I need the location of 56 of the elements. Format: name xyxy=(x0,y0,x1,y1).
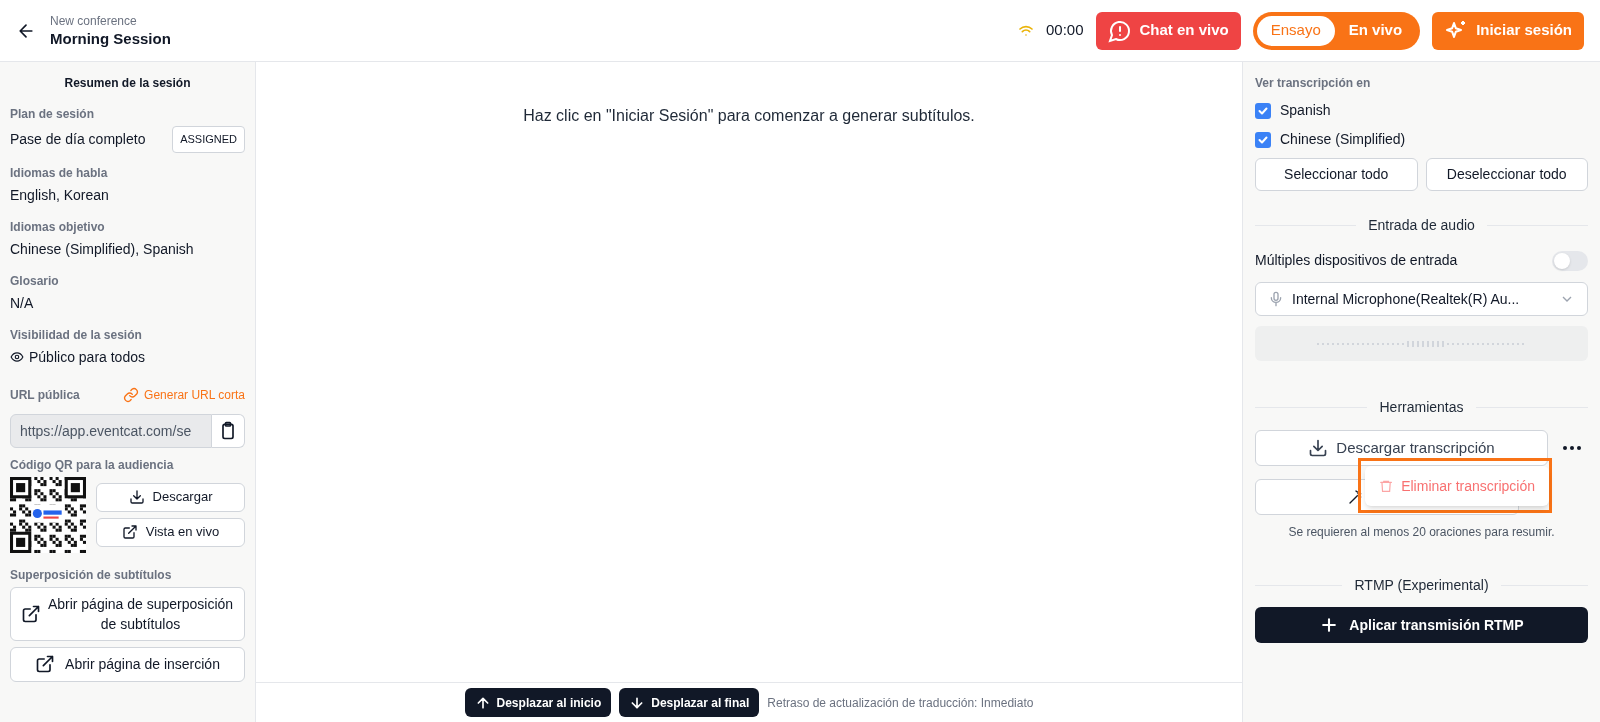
download-transcript-button[interactable]: Descargar transcripción xyxy=(1255,430,1548,466)
select-all-button[interactable]: Seleccionar todo xyxy=(1255,158,1418,191)
download-icon xyxy=(128,489,145,505)
eye-icon xyxy=(10,350,24,364)
embed-page-button[interactable]: Abrir página de inserción xyxy=(10,646,245,682)
checkbox[interactable] xyxy=(1255,131,1271,148)
device-select[interactable]: Internal Microphone(Realtek(R) Au... xyxy=(1255,282,1588,316)
requirement-note: Se requieren al menos 20 oraciones para resumir. xyxy=(1287,524,1556,541)
field-label: URL pública xyxy=(10,386,80,404)
section-heading: Herramientas xyxy=(1379,398,1464,417)
timer: 00:00 xyxy=(1046,20,1084,41)
field-label: Idiomas objetivo xyxy=(10,218,106,235)
live-view-button[interactable]: Vista en vivo xyxy=(96,517,245,547)
field-label: Glosario xyxy=(10,272,60,289)
overlay-page-button[interactable]: Abrir página de superposición de subtítulos xyxy=(10,586,245,641)
microphone-icon xyxy=(1268,291,1284,307)
language-label: Spanish xyxy=(1280,101,1331,120)
field-label: Visibilidad de la sesión xyxy=(10,326,143,343)
section-heading: Entrada de audio xyxy=(1368,216,1475,235)
scroll-bottom-button[interactable]: Desplazar al final xyxy=(619,688,760,717)
field-value: N/A xyxy=(10,293,35,313)
field-value: Chinese (Simplified), Spanish xyxy=(10,239,195,259)
field-label: Múltiples dispositivos de entrada xyxy=(1255,251,1458,270)
copy-button[interactable] xyxy=(212,413,245,448)
link-icon xyxy=(123,386,140,403)
url-field[interactable]: https://app.eventcat.com/se xyxy=(10,413,212,448)
conference-name: New conference xyxy=(50,12,138,29)
session-title: Morning Session xyxy=(50,28,171,49)
checkmark-icon xyxy=(1257,133,1269,146)
field-label: Idiomas de habla xyxy=(10,164,109,181)
external-link-icon xyxy=(121,524,138,540)
external-link-icon xyxy=(35,654,56,674)
field-label: Plan de sesión xyxy=(10,106,96,122)
status-badge: ASSIGNED xyxy=(172,126,245,153)
field-value: Pase de día completo xyxy=(10,129,146,149)
field-label: Ver transcripción en xyxy=(1255,75,1372,92)
field-value: English, Korean xyxy=(10,185,110,205)
checkmark-icon xyxy=(1257,104,1269,117)
alert-bubble-icon xyxy=(1107,18,1132,43)
field-label: Superposición de subtítulos xyxy=(10,566,173,583)
field-label: Código QR para la audiencia xyxy=(10,456,175,473)
download-icon xyxy=(1308,438,1329,458)
checkbox[interactable] xyxy=(1255,102,1271,119)
empty-state-message: Haz clic en "Iniciar Sesión" para comenzar a generar subtítulos. xyxy=(523,106,975,126)
download-button[interactable]: Descargar xyxy=(96,482,245,512)
live-chat-button[interactable]: Chat en vivo xyxy=(1095,11,1241,50)
delay-note: Retraso de actualización de traducción: Inmediato xyxy=(767,694,1034,712)
panel-heading: Resumen de la sesión xyxy=(63,75,192,92)
toggle-switch[interactable] xyxy=(1552,250,1588,271)
language-label: Chinese (Simplified) xyxy=(1280,130,1406,149)
external-link-icon xyxy=(21,603,41,624)
field-value: Público para todos xyxy=(29,347,145,367)
scroll-top-button[interactable]: Desplazar al inicio xyxy=(464,688,612,717)
apply-rtmp-button[interactable]: Aplicar transmisión RTMP xyxy=(1255,607,1588,643)
section-heading: RTMP (Experimental) xyxy=(1354,576,1489,595)
deselect-all-button[interactable]: Deseleccionar todo xyxy=(1425,158,1588,191)
